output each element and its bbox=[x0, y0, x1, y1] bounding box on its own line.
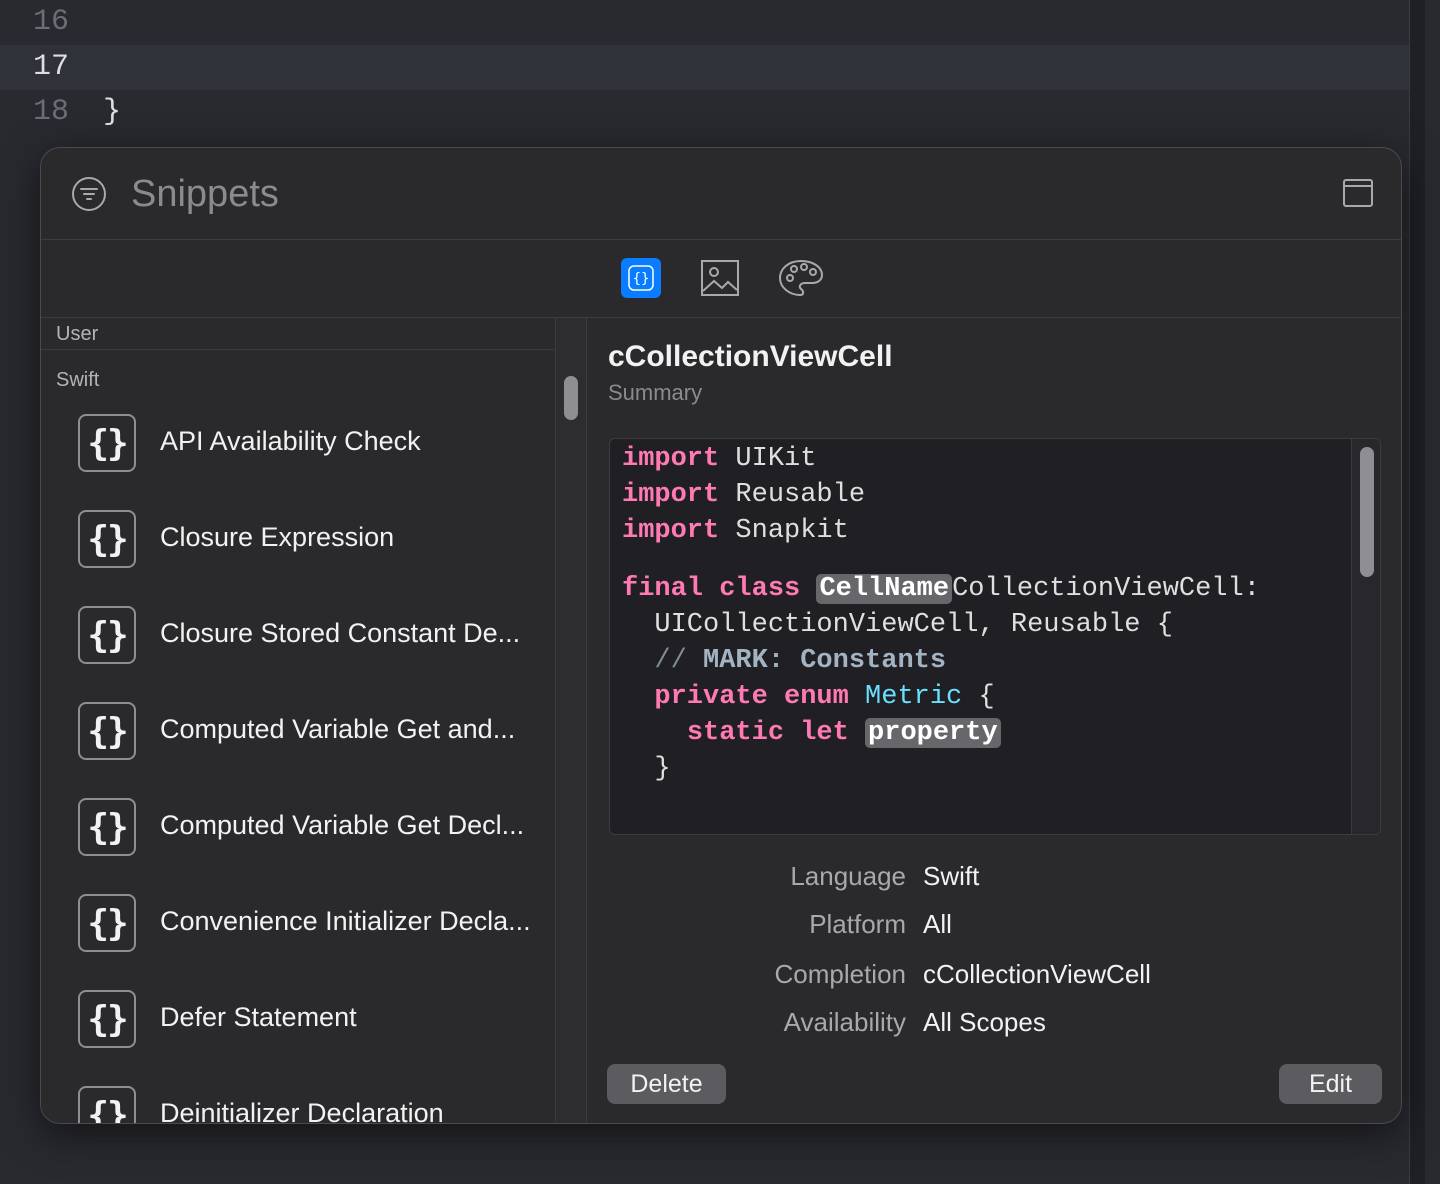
mark-comment: MARK: Constants bbox=[703, 646, 947, 676]
meta-label-platform: Platform bbox=[809, 909, 906, 939]
palette-icon bbox=[778, 259, 824, 297]
list-item-label: Computed Variable Get Decl... bbox=[160, 810, 525, 840]
tab-code-snippets[interactable]: {} bbox=[621, 258, 661, 298]
section-header-swift: Swift bbox=[56, 369, 100, 391]
braces-icon: {} bbox=[78, 606, 136, 664]
module-name: UIKit bbox=[735, 444, 817, 474]
placeholder-token[interactable]: CellName bbox=[816, 574, 953, 604]
keyword: class bbox=[719, 574, 801, 604]
list-item-label: Convenience Initializer Decla... bbox=[160, 906, 531, 936]
section-header-user: User bbox=[56, 323, 99, 345]
editor-line-current: 17 bbox=[0, 45, 1425, 90]
braces-icon: {} bbox=[78, 1086, 136, 1123]
list-item[interactable]: {} Closure Stored Constant De... bbox=[78, 606, 548, 702]
filter-icon[interactable] bbox=[71, 176, 107, 212]
list-item-label: Defer Statement bbox=[160, 1002, 357, 1032]
section-divider bbox=[41, 349, 554, 350]
braces-icon: {} bbox=[78, 510, 136, 568]
braces-icon: {} bbox=[78, 414, 136, 472]
conformance: UICollectionViewCell, Reusable { bbox=[654, 610, 1173, 640]
delete-button[interactable]: Delete bbox=[607, 1064, 726, 1104]
library-popover: {} User Swift {} API Availa bbox=[40, 147, 1402, 1124]
keyword: static bbox=[686, 718, 785, 748]
list-item-label: Closure Stored Constant De... bbox=[160, 618, 521, 648]
type-name: Metric bbox=[865, 682, 963, 712]
popover-header bbox=[41, 148, 1401, 240]
snippet-title: cCollectionViewCell bbox=[608, 340, 893, 373]
placeholder-token[interactable]: property bbox=[865, 718, 1001, 748]
list-item-label: API Availability Check bbox=[160, 426, 421, 456]
meta-label-completion: Completion bbox=[774, 959, 906, 989]
library-tabs: {} bbox=[41, 240, 1401, 318]
tab-colors[interactable] bbox=[777, 258, 825, 298]
list-item[interactable]: {} Convenience Initializer Decla... bbox=[78, 894, 548, 990]
list-item-label: Deinitializer Declaration bbox=[160, 1098, 444, 1123]
line-number: 18 bbox=[33, 95, 70, 129]
keyword: private bbox=[654, 682, 768, 712]
svg-text:{}: {} bbox=[633, 271, 650, 287]
editor-line: 16 bbox=[0, 0, 1425, 45]
meta-value-language: Swift bbox=[923, 861, 980, 891]
keyword: import bbox=[622, 444, 720, 474]
class-name: CollectionViewCell: bbox=[952, 574, 1260, 604]
keyword: import bbox=[622, 516, 720, 546]
code-scroll-thumb[interactable] bbox=[1360, 447, 1374, 577]
search-input[interactable] bbox=[129, 168, 933, 220]
snippet-list[interactable]: User Swift {} API Availability Check {} … bbox=[41, 318, 554, 1123]
meta-label-language: Language bbox=[790, 861, 906, 891]
module-name: Snapkit bbox=[735, 516, 849, 546]
braces-icon: {} bbox=[78, 702, 136, 760]
code-preview[interactable]: import UIKit import Reusable import Snap… bbox=[609, 438, 1381, 835]
list-scroll-thumb[interactable] bbox=[564, 376, 578, 420]
image-icon bbox=[701, 260, 739, 296]
edit-button[interactable]: Edit bbox=[1279, 1064, 1382, 1104]
braces-icon: {} bbox=[78, 798, 136, 856]
braces-icon: {} bbox=[78, 990, 136, 1048]
braces-icon: {} bbox=[78, 894, 136, 952]
brace: } bbox=[654, 754, 671, 784]
meta-value-completion: cCollectionViewCell bbox=[923, 959, 1151, 989]
keyword: final bbox=[622, 574, 704, 604]
braces-icon: {} bbox=[628, 265, 654, 291]
comment-slashes: // bbox=[654, 646, 687, 676]
list-scrollbar[interactable] bbox=[555, 318, 587, 1123]
keyword: import bbox=[622, 480, 720, 510]
line-number: 17 bbox=[33, 50, 70, 84]
window-mode-icon[interactable] bbox=[1343, 178, 1373, 208]
list-item[interactable]: {} API Availability Check bbox=[78, 414, 548, 510]
meta-label-availability: Availability bbox=[783, 1007, 906, 1037]
tab-media[interactable] bbox=[700, 258, 740, 298]
list-item[interactable]: {} Defer Statement bbox=[78, 990, 548, 1086]
snippet-detail: cCollectionViewCell Summary import UIKit… bbox=[586, 318, 1401, 1123]
module-name: Reusable bbox=[735, 480, 866, 510]
list-item[interactable]: {} Closure Expression bbox=[78, 510, 548, 606]
code-scrollbar[interactable] bbox=[1351, 439, 1380, 834]
list-item[interactable]: {} Computed Variable Get Decl... bbox=[78, 798, 548, 894]
meta-value-availability: All Scopes bbox=[923, 1007, 1046, 1037]
editor-line: 18 } bbox=[0, 90, 1425, 135]
list-item[interactable]: {} Computed Variable Get and... bbox=[78, 702, 548, 798]
line-code: } bbox=[103, 95, 122, 129]
meta-value-platform: All bbox=[923, 909, 952, 939]
editor-scrollbar[interactable] bbox=[1409, 0, 1425, 1184]
snippet-summary: Summary bbox=[608, 380, 703, 405]
code-text: import UIKit import Reusable import Snap… bbox=[622, 441, 1260, 787]
list-item-label: Closure Expression bbox=[160, 522, 395, 552]
brace: { bbox=[978, 682, 995, 712]
list-item[interactable]: {} Deinitializer Declaration bbox=[78, 1086, 548, 1123]
keyword: let bbox=[800, 718, 849, 748]
line-number: 16 bbox=[33, 5, 70, 39]
keyword: enum bbox=[784, 682, 849, 712]
list-item-label: Computed Variable Get and... bbox=[160, 714, 516, 744]
